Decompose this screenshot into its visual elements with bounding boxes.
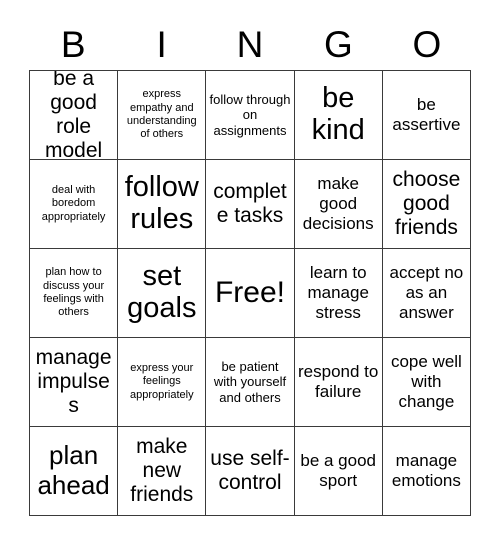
bingo-cell-label: choose good friends bbox=[392, 168, 461, 239]
bingo-cell-r1-c4[interactable]: be kind bbox=[294, 71, 383, 160]
bingo-cell-r3-c1[interactable]: plan how to discuss your feelings with o… bbox=[30, 249, 119, 338]
bingo-cell-label: complete tasks bbox=[213, 180, 287, 227]
bingo-cell-label: learn to manage stress bbox=[307, 263, 369, 322]
bingo-cell-r5-c3[interactable]: use self-control bbox=[206, 427, 295, 516]
bingo-header-letter-b: B bbox=[60, 23, 86, 65]
bingo-cell-label: manage emotions bbox=[391, 451, 461, 490]
bingo-cell-label: set goals bbox=[127, 260, 197, 324]
bingo-cell-r4-c5[interactable]: cope well with change bbox=[382, 338, 471, 427]
bingo-card: B I N G O be a good role model express empath… bbox=[0, 0, 500, 544]
bingo-cell-label: use self-control bbox=[210, 447, 290, 494]
bingo-cell-label: be patient with yourself and others bbox=[213, 358, 287, 405]
bingo-cell-label: follow through on assignments bbox=[209, 91, 291, 138]
bingo-cell-label: be kind bbox=[311, 82, 365, 146]
bingo-cell-r3-c5[interactable]: accept no as an answer bbox=[382, 249, 471, 338]
bingo-cell-r2-c3[interactable]: complete tasks bbox=[206, 160, 295, 249]
bingo-header-letter-i: I bbox=[156, 23, 167, 65]
bingo-cell-label: follow rules bbox=[124, 171, 199, 235]
bingo-cell-label: Free! bbox=[214, 276, 285, 310]
bingo-cell-r1-c3[interactable]: follow through on assignments bbox=[206, 71, 295, 160]
bingo-cell-r5-c1[interactable]: plan ahead bbox=[30, 427, 119, 516]
bingo-cell-label: make good decisions bbox=[302, 174, 374, 233]
bingo-cell-r1-c5[interactable]: be assertive bbox=[382, 71, 471, 160]
bingo-cell-free[interactable]: Free! bbox=[206, 249, 295, 338]
bingo-cell-r2-c2[interactable]: follow rules bbox=[118, 160, 207, 249]
bingo-cell-label: express your feelings appropriately bbox=[129, 361, 194, 401]
bingo-cell-label: cope well with change bbox=[390, 352, 462, 411]
bingo-cell-r2-c4[interactable]: make good decisions bbox=[294, 160, 383, 249]
bingo-cell-r4-c3[interactable]: be patient with yourself and others bbox=[206, 338, 295, 427]
bingo-cell-r4-c4[interactable]: respond to failure bbox=[294, 338, 383, 427]
bingo-cell-label: deal with boredom appropriately bbox=[41, 183, 106, 223]
bingo-cell-r2-c1[interactable]: deal with boredom appropriately bbox=[30, 160, 119, 249]
bingo-grid: be a good role model express empathy and … bbox=[29, 70, 471, 516]
bingo-cell-label: accept no as an answer bbox=[389, 263, 464, 322]
bingo-cell-r4-c2[interactable]: express your feelings appropriately bbox=[118, 338, 207, 427]
bingo-cell-label: be a good role model bbox=[44, 71, 103, 160]
bingo-cell-label: plan ahead bbox=[37, 440, 110, 500]
bingo-cell-r1-c2[interactable]: express empathy and understanding of oth… bbox=[118, 71, 207, 160]
bingo-cell-label: respond to failure bbox=[298, 362, 379, 401]
bingo-cell-label: be a good sport bbox=[300, 451, 377, 490]
bingo-header-letter-g: G bbox=[324, 23, 353, 65]
bingo-cell-label: manage impulses bbox=[35, 346, 112, 417]
bingo-cell-r3-c4[interactable]: learn to manage stress bbox=[294, 249, 383, 338]
bingo-cell-r1-c1[interactable]: be a good role model bbox=[30, 71, 119, 160]
bingo-header: BINGO bbox=[29, 18, 471, 70]
bingo-cell-r4-c1[interactable]: manage impulses bbox=[30, 338, 119, 427]
bingo-cell-r5-c5[interactable]: manage emotions bbox=[382, 427, 471, 516]
bingo-cell-r5-c4[interactable]: be a good sport bbox=[294, 427, 383, 516]
bingo-cell-label: be assertive bbox=[392, 95, 461, 134]
bingo-cell-label: make new friends bbox=[130, 435, 194, 506]
bingo-cell-label: plan how to discuss your feelings with o… bbox=[43, 266, 105, 319]
bingo-header-letter-n: N bbox=[236, 23, 264, 65]
bingo-cell-r5-c2[interactable]: make new friends bbox=[118, 427, 207, 516]
bingo-cell-r2-c5[interactable]: choose good friends bbox=[382, 160, 471, 249]
bingo-header-letter-o: O bbox=[412, 23, 442, 65]
bingo-cell-label: express empathy and understanding of oth… bbox=[126, 88, 197, 141]
bingo-cell-r3-c2[interactable]: set goals bbox=[118, 249, 207, 338]
